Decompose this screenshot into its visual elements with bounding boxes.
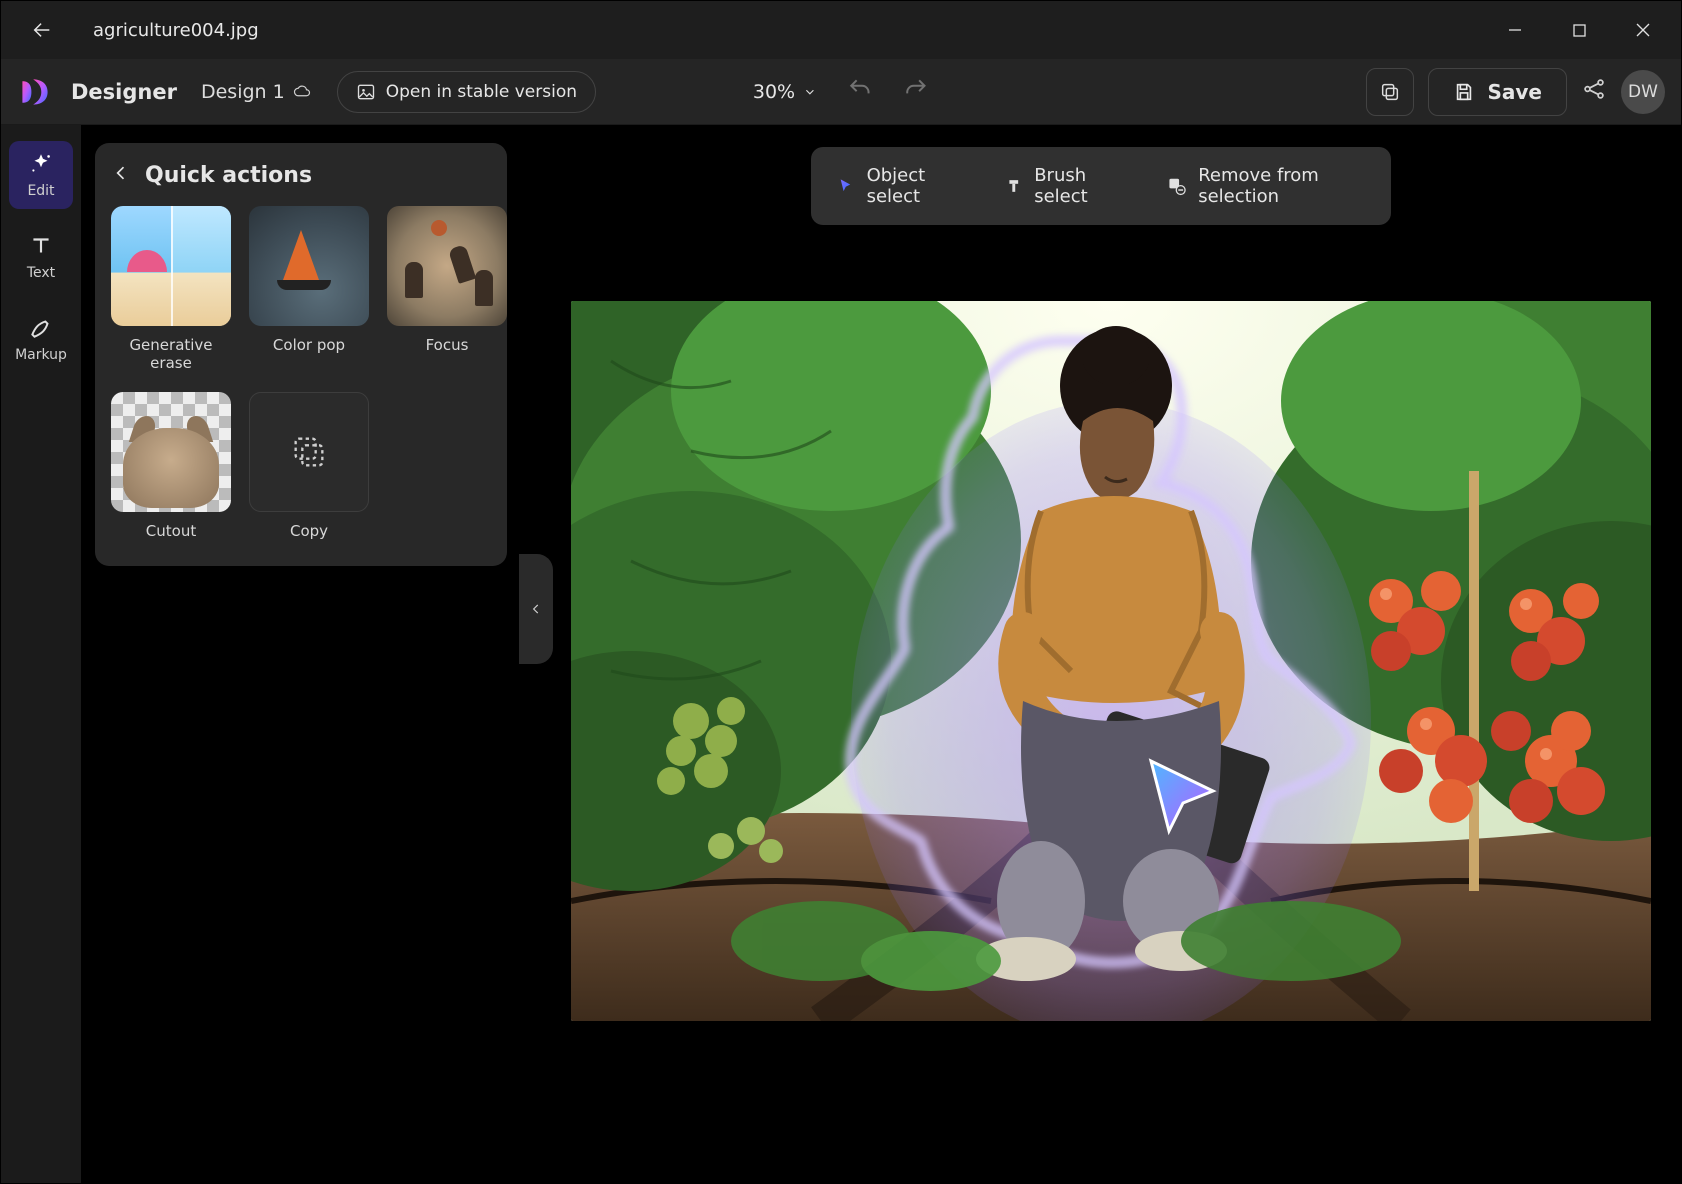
rail-item-markup[interactable]: Markup [9,305,73,373]
redo-button[interactable] [903,76,929,107]
action-copy[interactable]: Copy [249,392,369,540]
share-button[interactable] [1581,76,1607,107]
action-label: Generative erase [111,336,231,372]
left-rail: Edit Text Markup [1,125,81,1183]
open-stable-button[interactable]: Open in stable version [337,71,596,113]
chevron-down-icon [803,85,817,99]
brush-select-button[interactable]: Brush select [985,153,1143,219]
save-button[interactable]: Save [1428,68,1567,116]
file-name: agriculture004.jpg [93,20,259,41]
sel-label: Brush select [1034,165,1123,207]
user-avatar[interactable]: DW [1621,70,1665,114]
cursor-icon [837,175,855,197]
remove-selection-icon [1167,174,1186,198]
side-panel: Quick actions Generative erase Color pop [81,125,521,1183]
main-area: Edit Text Markup Quick actions Generativ… [1,125,1681,1183]
action-cutout[interactable]: Cutout [111,392,231,540]
copy-icon [289,432,329,472]
sel-label: Remove from selection [1198,165,1365,207]
brush-icon [1005,175,1023,197]
quick-actions-panel: Quick actions Generative erase Color pop [95,143,507,566]
rail-label: Text [27,265,55,281]
open-stable-label: Open in stable version [386,82,577,102]
rail-item-text[interactable]: Text [9,223,73,291]
quick-actions-grid: Generative erase Color pop Focus [111,206,491,540]
action-generative-erase[interactable]: Generative erase [111,206,231,372]
markup-icon [28,315,54,341]
image-icon [356,82,376,102]
sparkle-icon [28,151,54,177]
save-icon [1453,81,1475,103]
avatar-initials: DW [1628,82,1658,102]
chevron-left-icon [529,602,543,616]
action-label: Cutout [146,522,196,540]
title-bar: agriculture004.jpg [1,1,1681,59]
save-label: Save [1487,80,1542,104]
undo-button[interactable] [847,76,873,107]
action-label: Focus [426,336,469,354]
action-label: Color pop [273,336,345,354]
selection-toolbar: Object select Brush select Remove from s… [811,147,1391,225]
cloud-sync-icon [293,83,311,101]
remove-selection-button[interactable]: Remove from selection [1147,153,1385,219]
action-color-pop[interactable]: Color pop [249,206,369,372]
app-logo-icon [17,74,53,110]
toolbar-right: Save DW [1366,68,1665,116]
panel-collapse-button[interactable] [519,554,553,664]
app-toolbar: Designer Design 1 Open in stable version… [1,59,1681,125]
zoom-control[interactable]: 30% [753,81,817,103]
canvas-area: Object select Brush select Remove from s… [521,125,1681,1183]
toolbar-center: 30% [753,76,929,107]
panel-back-button[interactable] [111,163,131,188]
rail-label: Markup [15,347,67,363]
app-name: Designer [71,80,177,104]
design-name[interactable]: Design 1 [201,81,311,103]
close-button[interactable] [1611,1,1675,59]
action-focus[interactable]: Focus [387,206,507,372]
copy-button[interactable] [1366,68,1414,116]
minimize-button[interactable] [1483,1,1547,59]
maximize-button[interactable] [1547,1,1611,59]
rail-item-edit[interactable]: Edit [9,141,73,209]
text-icon [28,233,54,259]
rail-label: Edit [27,183,54,199]
panel-title: Quick actions [145,163,312,188]
sel-label: Object select [867,165,961,207]
back-button[interactable] [27,15,57,45]
object-select-button[interactable]: Object select [817,153,981,219]
action-label: Copy [290,522,328,540]
window-controls [1483,1,1675,59]
zoom-value: 30% [753,81,795,103]
design-label: Design 1 [201,81,285,103]
image-stage[interactable] [571,301,1651,1021]
